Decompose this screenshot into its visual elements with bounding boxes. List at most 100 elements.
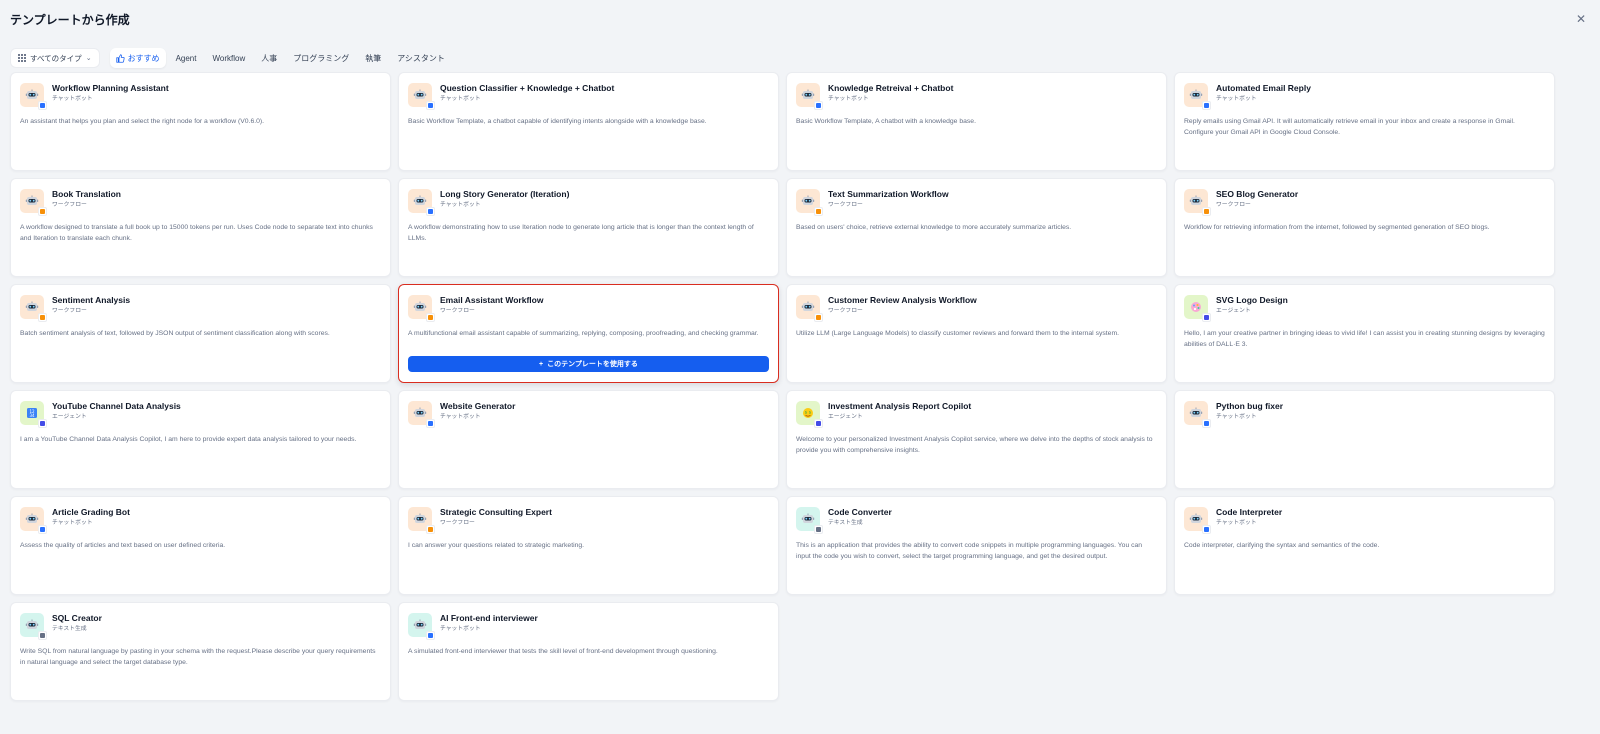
app-icon <box>408 295 435 322</box>
card-description: Based on users' choice, retrieve externa… <box>796 224 1072 231</box>
tab-1[interactable]: Agent <box>170 48 203 68</box>
tab-label: プログラミング <box>293 53 350 63</box>
numbers-icon: 1234 <box>27 408 37 418</box>
app-icon <box>796 295 823 322</box>
tab-6[interactable]: アシスタント <box>391 48 451 68</box>
card-title: SEO Blog Generator <box>1216 189 1299 199</box>
card-type: ワークフロー <box>52 202 87 208</box>
card-header: SEO Blog Generator ワークフロー <box>1184 189 1545 216</box>
card-description: This is an application that provides the… <box>796 542 1143 560</box>
workflow-mode-icon <box>814 207 823 216</box>
card-title: Long Story Generator (Iteration) <box>440 189 570 199</box>
template-card[interactable]: Knowledge Retreival + Chatbot チャットボット Basi… <box>786 72 1167 171</box>
tab-4[interactable]: プログラミング <box>287 48 355 68</box>
template-card[interactable]: Long Story Generator (Iteration) チャットボット A… <box>398 178 779 277</box>
template-card[interactable]: Question Classifier + Knowledge + Chatbo… <box>398 72 779 171</box>
template-card[interactable]: Automated Email Reply チャットボット Reply emails… <box>1174 72 1555 171</box>
template-card[interactable]: Python bug fixer チャットボット <box>1174 390 1555 489</box>
tab-label: Workflow <box>212 53 246 63</box>
card-type: エージェント <box>52 414 87 420</box>
template-card[interactable]: SEO Blog Generator ワークフロー Workflow for ret… <box>1174 178 1555 277</box>
tab-2[interactable]: Workflow <box>206 48 251 68</box>
template-card[interactable]: SVG Logo Design エージェント Hello, I am your cr… <box>1174 284 1555 383</box>
template-card[interactable]: Article Grading Bot チャットボット Assess the qua… <box>10 496 391 595</box>
card-title-group: SQL Creator テキスト生成 <box>52 613 102 633</box>
svg-text:$: $ <box>805 411 807 415</box>
card-title: AI Front-end interviewer <box>440 613 538 623</box>
card-type: テキスト生成 <box>52 626 87 632</box>
robot-icon <box>25 619 39 629</box>
grid-icon <box>18 54 26 62</box>
card-title-group: Python bug fixer チャットボット <box>1216 401 1283 421</box>
template-card[interactable]: 12 34 YouTube Channel Data Analysis エージェント I… <box>10 390 391 489</box>
text-mode-icon <box>814 525 823 534</box>
card-type: チャットボット <box>52 520 93 526</box>
card-description: Hello, I am your creative partner in bri… <box>1184 330 1545 348</box>
card-type: チャットボット <box>440 202 481 208</box>
template-card[interactable]: AI Front-end interviewer チャットボット A simulat… <box>398 602 779 701</box>
card-type: ワークフロー <box>828 202 863 208</box>
card-title: Code Converter <box>828 507 892 517</box>
robot-icon <box>413 619 427 629</box>
use-template-button[interactable]: + このテンプレートを使用する <box>408 356 769 372</box>
card-description: Utilize LLM (Large Language Models) to c… <box>796 330 1119 337</box>
type-select[interactable]: すべてのタイプ ⌄ <box>10 48 100 68</box>
tab-label: 人事 <box>261 53 278 63</box>
card-header: 12 34 YouTube Channel Data Analysis エージェント <box>20 401 381 428</box>
template-card[interactable]: SQL Creator テキスト生成 Write SQL from natural … <box>10 602 391 701</box>
app-icon <box>408 613 435 640</box>
card-description: Basic Workflow Template, A chatbot with … <box>796 118 976 125</box>
robot-icon <box>1189 195 1203 205</box>
card-title: Website Generator <box>440 401 516 411</box>
card-title: SVG Logo Design <box>1216 295 1288 305</box>
robot-icon <box>801 513 815 523</box>
agent-mode-icon <box>38 419 47 428</box>
tab-3[interactable]: 人事 <box>255 48 283 68</box>
template-card[interactable]: Workflow Planning Assistant チャットボット An ass… <box>10 72 391 171</box>
card-title-group: Article Grading Bot チャットボット <box>52 507 130 527</box>
template-card[interactable]: Book Translation ワークフロー A workflow designe… <box>10 178 391 277</box>
tab-label: Agent <box>175 53 197 63</box>
robot-icon <box>25 89 39 99</box>
card-type: ワークフロー <box>52 308 87 314</box>
card-title-group: Strategic Consulting Expert ワークフロー <box>440 507 552 527</box>
card-header: Book Translation ワークフロー <box>20 189 381 216</box>
card-type: ワークフロー <box>1216 202 1251 208</box>
template-card[interactable]: $ $ Investment Analysis Report Copilot エージェ… <box>786 390 1167 489</box>
thumbs-up-icon <box>115 53 125 63</box>
card-type: ワークフロー <box>440 308 475 314</box>
card-description: Write SQL from natural language by pasti… <box>20 648 376 666</box>
card-title-group: Code Interpreter チャットボット <box>1216 507 1282 527</box>
close-icon[interactable]: ✕ <box>1572 10 1590 28</box>
template-card[interactable]: Strategic Consulting Expert ワークフロー I can a… <box>398 496 779 595</box>
card-title-group: Workflow Planning Assistant チャットボット <box>52 83 169 103</box>
card-title-group: Long Story Generator (Iteration) チャットボット <box>440 189 569 209</box>
workflow-mode-icon <box>426 525 435 534</box>
card-header: Strategic Consulting Expert ワークフロー <box>408 507 769 534</box>
chatbot-mode-icon <box>1202 525 1211 534</box>
card-description: I can answer your questions related to s… <box>408 542 585 549</box>
app-icon: $ $ <box>796 401 823 428</box>
app-icon <box>1184 507 1211 534</box>
card-header: SQL Creator テキスト生成 <box>20 613 381 640</box>
card-title-group: Automated Email Reply チャットボット <box>1216 83 1311 103</box>
svg-text:34: 34 <box>29 413 35 418</box>
card-title-group: Book Translation ワークフロー <box>52 189 121 209</box>
template-card[interactable]: Sentiment Analysis ワークフロー Batch sentiment … <box>10 284 391 383</box>
template-card[interactable]: Website Generator チャットボット <box>398 390 779 489</box>
robot-icon <box>25 195 39 205</box>
tab-0[interactable]: おすすめ <box>109 48 166 68</box>
card-title: Investment Analysis Report Copilot <box>828 401 972 411</box>
template-card[interactable]: Email Assistant Workflow ワークフロー A multifun… <box>398 284 779 383</box>
app-icon <box>20 189 47 216</box>
template-card[interactable]: Code Interpreter チャットボット Code interpreter,… <box>1174 496 1555 595</box>
plus-icon: + <box>539 360 544 368</box>
card-type: チャットボット <box>440 626 481 632</box>
use-template-label: このテンプレートを使用する <box>547 361 638 368</box>
chatbot-mode-icon <box>38 101 47 110</box>
card-header: Sentiment Analysis ワークフロー <box>20 295 381 322</box>
template-card[interactable]: Customer Review Analysis Workflow ワークフロー U… <box>786 284 1167 383</box>
template-card[interactable]: Text Summarization Workflow ワークフロー Based o… <box>786 178 1167 277</box>
tab-5[interactable]: 執筆 <box>359 48 387 68</box>
template-card[interactable]: Code Converter テキスト生成 This is an applicati… <box>786 496 1167 595</box>
